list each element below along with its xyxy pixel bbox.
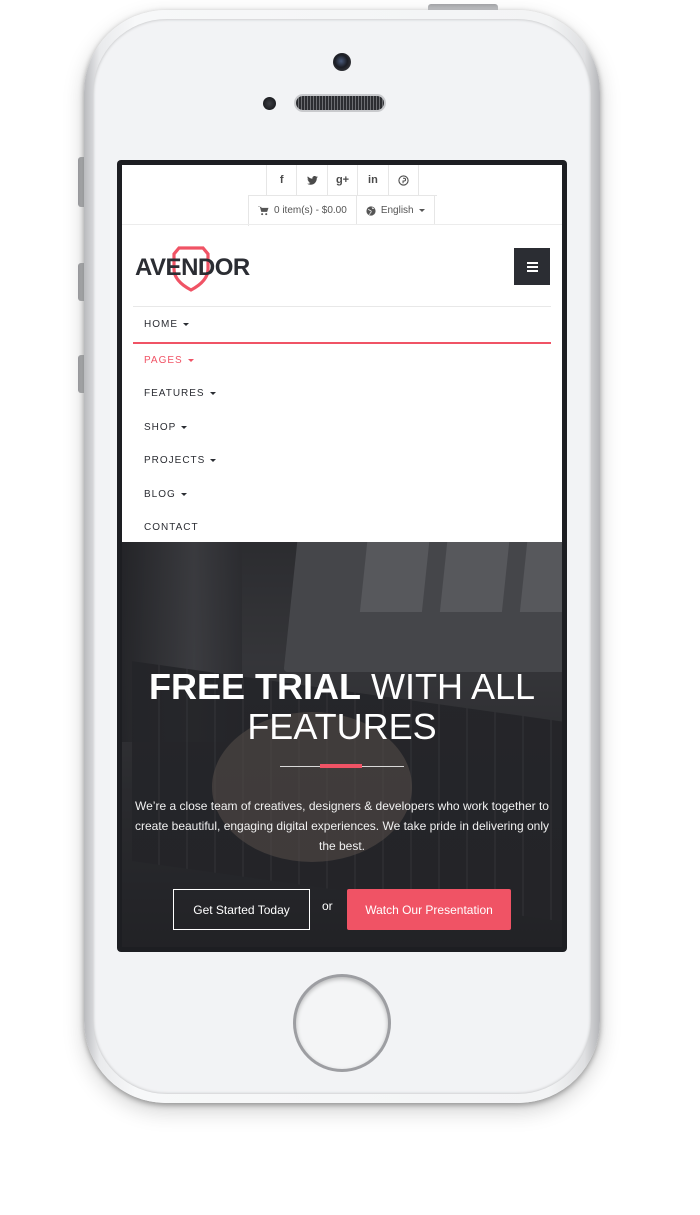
main-nav: HOME PAGES FEATURES SHOP PROJECTS BLOG C… bbox=[133, 308, 551, 545]
nav-item-contact[interactable]: CONTACT bbox=[133, 511, 551, 545]
caret-down-icon bbox=[187, 358, 194, 362]
caret-down-icon bbox=[209, 392, 216, 396]
nav-item-pages[interactable]: PAGES bbox=[133, 344, 551, 378]
utility-bar: 0 item(s) - $0.00 English bbox=[248, 195, 437, 226]
hero-title-light: WITH ALL bbox=[370, 666, 536, 707]
hero-title-line-2: FEATURES bbox=[122, 706, 562, 748]
caret-down-icon bbox=[181, 425, 188, 429]
social-links: f g+ in bbox=[266, 165, 420, 195]
nav-label: FEATURES bbox=[144, 388, 205, 400]
hero-description: We’re a close team of creatives, designe… bbox=[134, 799, 550, 853]
hero-title-bold: FREE TRIAL bbox=[148, 666, 361, 707]
hero-divider-accent bbox=[320, 764, 362, 768]
hero-title-light: FEATURES bbox=[247, 706, 437, 747]
hero-title-line-1: FREE TRIAL WITH ALL bbox=[122, 666, 562, 708]
twitter-icon bbox=[306, 175, 318, 185]
caret-down-icon bbox=[180, 492, 187, 496]
topbar-divider bbox=[122, 224, 562, 225]
or-separator: or bbox=[322, 899, 333, 913]
hero-section: FREE TRIAL WITH ALL FEATURES We’re a clo… bbox=[122, 542, 562, 947]
nav-label: CONTACT bbox=[144, 522, 199, 534]
language-label: English bbox=[380, 205, 414, 216]
hamburger-icon-line bbox=[526, 269, 538, 272]
nav-item-projects[interactable]: PROJECTS bbox=[133, 444, 551, 478]
nav-label: PAGES bbox=[144, 354, 183, 366]
proximity-sensor bbox=[263, 97, 276, 110]
nav-item-features[interactable]: FEATURES bbox=[133, 377, 551, 411]
cart-summary: 0 item(s) - $0.00 bbox=[274, 205, 347, 216]
caret-down-icon bbox=[210, 459, 217, 463]
chevron-down-icon bbox=[418, 209, 425, 212]
logo-text: AVENDOR bbox=[135, 254, 250, 281]
nav-label: PROJECTS bbox=[144, 455, 206, 467]
cart-link[interactable]: 0 item(s) - $0.00 bbox=[249, 196, 357, 225]
nav-label: BLOG bbox=[144, 488, 176, 500]
hamburger-icon-line bbox=[526, 265, 538, 268]
nav-item-shop[interactable]: SHOP bbox=[133, 411, 551, 445]
caret-down-icon bbox=[183, 323, 189, 327]
pinterest-icon[interactable] bbox=[389, 165, 420, 195]
nav-item-blog[interactable]: BLOG bbox=[133, 478, 551, 512]
hamburger-icon bbox=[526, 261, 538, 264]
nav-label: HOME bbox=[144, 319, 178, 331]
language-selector[interactable]: English bbox=[357, 196, 435, 225]
menu-toggle-button[interactable] bbox=[514, 248, 550, 285]
globe-icon bbox=[366, 205, 376, 216]
front-camera bbox=[333, 53, 351, 71]
watch-presentation-button[interactable]: Watch Our Presentation bbox=[347, 889, 511, 930]
twitter-icon[interactable] bbox=[297, 165, 328, 195]
facebook-icon[interactable]: f bbox=[267, 165, 298, 195]
site-logo[interactable]: AVENDOR bbox=[135, 245, 250, 293]
nav-divider bbox=[133, 306, 551, 307]
cart-icon bbox=[258, 205, 269, 215]
home-button[interactable] bbox=[296, 977, 388, 1069]
get-started-button[interactable]: Get Started Today bbox=[173, 889, 310, 930]
linkedin-icon[interactable]: in bbox=[358, 165, 389, 195]
google-plus-icon[interactable]: g+ bbox=[328, 165, 359, 195]
earpiece-speaker bbox=[296, 96, 384, 110]
phone-screen: f g+ in 0 item(s) - $0.00 English AVENDO… bbox=[122, 165, 562, 947]
pinterest-icon bbox=[398, 174, 409, 186]
nav-item-home[interactable]: HOME bbox=[133, 308, 551, 344]
nav-label: SHOP bbox=[144, 421, 177, 433]
